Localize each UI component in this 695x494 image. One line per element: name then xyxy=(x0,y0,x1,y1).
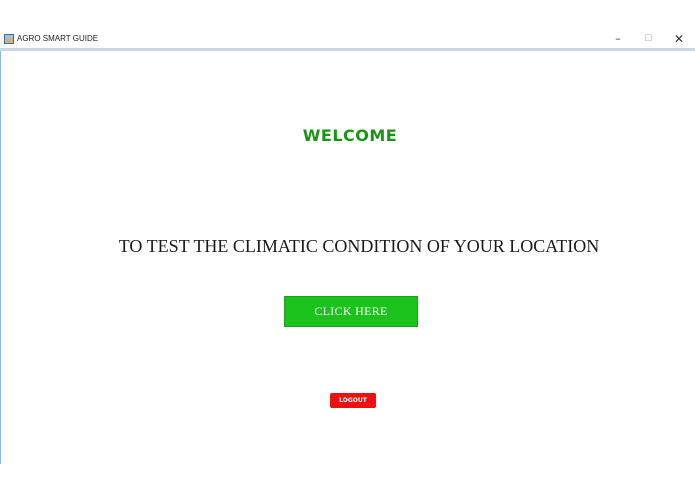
title-bar: AGRO SMART GUIDE – ☐ ✕ xyxy=(0,28,695,48)
click-here-button[interactable]: CLICK HERE xyxy=(284,296,418,327)
close-button[interactable]: ✕ xyxy=(667,31,691,47)
app-window: AGRO SMART GUIDE – ☐ ✕ WELCOME TO TEST T… xyxy=(0,0,695,464)
minimize-button[interactable]: – xyxy=(606,31,630,47)
java-app-icon xyxy=(4,34,14,44)
title-divider xyxy=(0,48,695,51)
welcome-heading: WELCOME xyxy=(302,126,398,145)
maximize-button[interactable]: ☐ xyxy=(636,31,660,47)
window-left-border xyxy=(0,51,1,464)
window-title: AGRO SMART GUIDE xyxy=(17,34,99,43)
logout-button[interactable]: LOGOUT xyxy=(330,393,376,408)
instruction-text: TO TEST THE CLIMATIC CONDITION OF YOUR L… xyxy=(118,236,600,256)
